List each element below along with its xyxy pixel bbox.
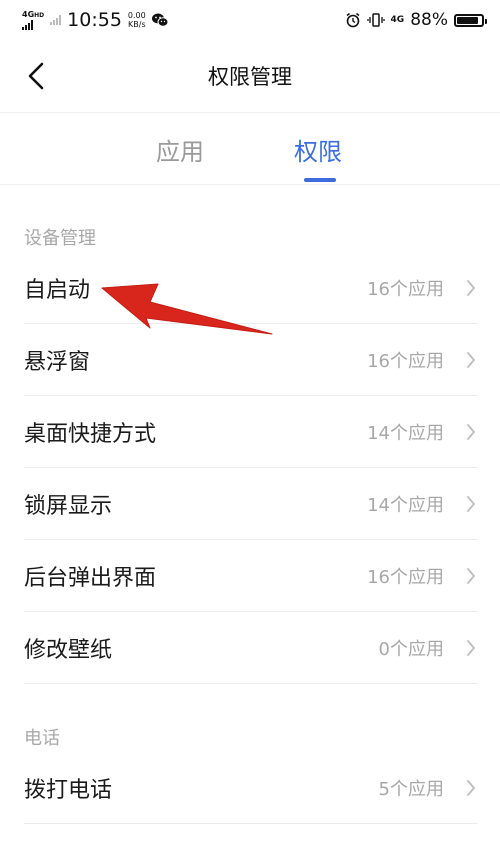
permission-row-lock-screen-display[interactable]: 锁屏显示 14个应用 — [0, 468, 500, 540]
signal-icon — [22, 19, 33, 30]
row-label: 后台弹出界面 — [24, 566, 157, 591]
vibrate-icon — [366, 13, 385, 27]
row-app-count: 16个应用 — [367, 279, 444, 300]
permission-row-desktop-shortcut[interactable]: 桌面快捷方式 14个应用 — [0, 396, 500, 468]
active-tab-indicator — [304, 178, 336, 182]
network-type-indicator: 4GHD — [22, 9, 45, 30]
row-label: 悬浮窗 — [24, 350, 91, 375]
chevron-left-icon — [28, 62, 44, 90]
battery-icon — [454, 13, 487, 27]
status-time: 10:55 — [67, 9, 122, 31]
permission-row-change-wallpaper[interactable]: 修改壁纸 0个应用 — [0, 612, 500, 684]
speed-unit: KB/s — [128, 20, 146, 29]
row-label: 拨打电话 — [24, 778, 113, 803]
chevron-right-icon — [464, 278, 478, 298]
row-app-count: 16个应用 — [367, 567, 444, 588]
tab-apps[interactable]: 应用 — [156, 132, 204, 167]
permission-row-background-popup[interactable]: 后台弹出界面 16个应用 — [0, 540, 500, 612]
chevron-right-icon — [464, 566, 478, 586]
permission-row-autostart[interactable]: 自启动 16个应用 — [0, 252, 500, 324]
battery-percent: 88% — [410, 10, 448, 30]
row-divider — [24, 683, 478, 684]
section-header-device-management: 设备管理 — [24, 228, 96, 249]
signal-sim2-icon — [50, 15, 62, 25]
row-app-count: 16个应用 — [367, 351, 444, 372]
chevron-right-icon — [464, 778, 478, 798]
page-title: 权限管理 — [208, 65, 292, 89]
row-label: 锁屏显示 — [24, 494, 113, 519]
chevron-right-icon — [464, 350, 478, 370]
row-app-count: 0个应用 — [378, 639, 444, 660]
battery-fill — [457, 16, 479, 24]
row-app-count: 14个应用 — [367, 495, 444, 516]
navigation-bar: 权限管理 — [0, 40, 500, 113]
permission-row-make-calls[interactable]: 拨打电话 5个应用 — [0, 752, 500, 824]
row-divider — [24, 823, 478, 824]
row-app-count: 5个应用 — [378, 779, 444, 800]
network-speed: 0.00 KB/s — [128, 11, 146, 29]
chevron-right-icon — [464, 494, 478, 514]
status-bar: 4GHD 10:55 0.00 KB/s 4G 88% — [0, 0, 500, 40]
status-bar-right: 4G 88% — [345, 10, 487, 30]
alarm-icon — [346, 12, 360, 28]
back-button[interactable] — [20, 58, 52, 94]
row-label: 修改壁纸 — [24, 638, 113, 663]
tab-permissions[interactable]: 权限 — [294, 132, 342, 167]
chevron-right-icon — [464, 638, 478, 658]
permission-row-floating-window[interactable]: 悬浮窗 16个应用 — [0, 324, 500, 396]
tab-bar: 应用 权限 — [0, 112, 500, 185]
row-app-count: 14个应用 — [367, 423, 444, 444]
wechat-icon — [151, 13, 168, 27]
row-label: 自启动 — [24, 278, 91, 303]
network-hd-label: HD — [34, 11, 45, 19]
chevron-right-icon — [464, 422, 478, 442]
status-bar-left: 4GHD 10:55 0.00 KB/s — [22, 9, 168, 31]
section-header-phone: 电话 — [24, 728, 60, 749]
network-type-label: 4G — [22, 9, 35, 19]
row-label: 桌面快捷方式 — [24, 422, 157, 447]
speed-value: 0.00 — [127, 11, 146, 20]
sim2-network-label: 4G — [390, 15, 405, 25]
